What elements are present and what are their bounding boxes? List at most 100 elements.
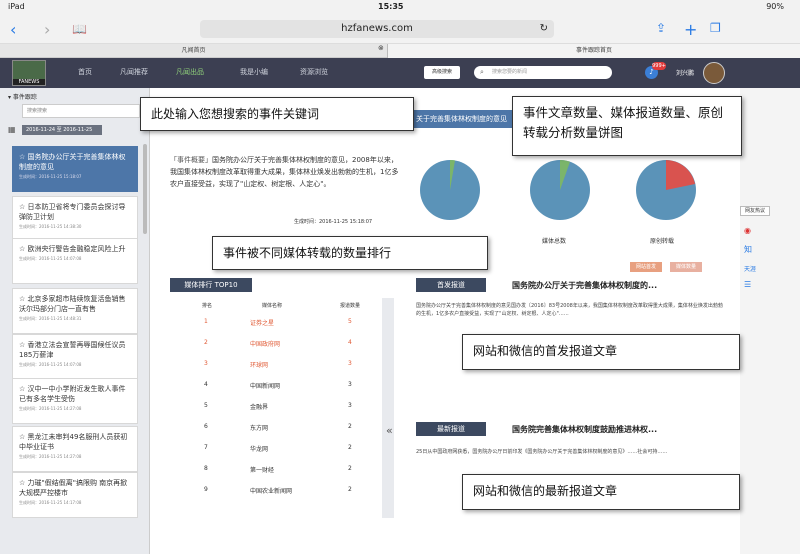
sidebar-title: ▾ 事件跟踪 (8, 94, 37, 101)
new-tab-icon[interactable]: + (684, 20, 697, 39)
rank-cell: 5 (204, 402, 208, 409)
pie-original-reprint[interactable] (634, 158, 698, 222)
media-count-button[interactable]: 媒体数量 (670, 262, 702, 272)
share-icon[interactable]: ⇪ (656, 21, 666, 35)
search-placeholder: 搜索您要的新闻 (492, 69, 528, 75)
media-name-cell: 第一财经 (250, 467, 275, 474)
count-cell: 4 (348, 339, 352, 346)
count-cell: 2 (348, 486, 352, 493)
notification-badge: 999+ (652, 62, 666, 70)
callout-latest-report-hint: 网站和微信的最新报道文章 (462, 474, 740, 510)
avatar[interactable] (703, 62, 725, 84)
ipad-screen: iPad 15:35 90% ‹ › 📖 hzfanews.com ↻ ⇪ + … (0, 0, 800, 554)
latest-report-title[interactable]: 国务院完善集体林权制度鼓励推进林权... (512, 424, 657, 435)
site-search-input[interactable]: ⌕ 搜索您要的新闻 (474, 66, 612, 79)
tab-home[interactable]: 凡闻首页 (0, 44, 388, 58)
event-item[interactable]: ☆ 日本防卫省将专门委员会探讨导弹防卫计划 生成时间：2016-11-25 14… (12, 196, 138, 242)
calendar-icon[interactable]: ▦ (8, 125, 16, 134)
event-item[interactable]: ☆ 欧洲央行警告金融稳定风险上升 生成时间：2016-11-25 14:07:0… (12, 238, 138, 284)
rank-cell: 1 (204, 318, 208, 325)
count-cell: 3 (348, 402, 352, 409)
user-name[interactable]: 刘兴鹏 (676, 68, 694, 77)
pie-articles[interactable] (418, 158, 482, 222)
battery-level: 90% (766, 2, 784, 11)
tabs-icon[interactable]: ❐ (710, 21, 721, 35)
event-summary: 「事件概要」国务院办公厅关于完善集体林权制度的意见，2008年以来，我国集体林权… (170, 156, 399, 188)
zhihu-icon[interactable]: 知 (744, 244, 752, 255)
forward-icon[interactable]: › (44, 20, 50, 39)
nav-editor[interactable]: 我是小编 (240, 67, 268, 77)
collapse-arrow-icon[interactable]: « (386, 424, 393, 437)
date-range[interactable]: 2016-11-24 至 2016-11-25 (22, 125, 102, 135)
count-cell: 2 (348, 465, 352, 472)
media-name-cell: 中国新闻网 (250, 383, 281, 390)
first-report-title[interactable]: 国务院办公厅关于完善集体林权制度的... (512, 280, 657, 291)
close-tab-icon[interactable]: ⊗ (378, 44, 384, 52)
sidebar-scrollbar[interactable] (143, 144, 147, 234)
latest-report-body: 25日从中国政府网获悉，国务院办公厅日前印发《国务院办公厅关于完善集体林权制度的… (416, 449, 668, 455)
clock: 15:35 (378, 2, 404, 11)
pie-media-total[interactable] (528, 158, 592, 222)
event-item[interactable]: ☆ 力璀"假结假离"搞限购 南京再掀大规模严控楼市 生成时间：2016-11-2… (12, 472, 138, 518)
event-item[interactable]: ☆ 香港立法会宣誓再辱国候任议员185万薪津 生成时间：2016-11-25 1… (12, 334, 138, 380)
event-sidebar: ▾ 事件跟踪 搜索搜索 ▦ 2016-11-24 至 2016-11-25 ☆ … (0, 88, 150, 554)
first-report-body: 国务院办公厅关于完善集体林权制度的意见国办发〔2016〕83号2008年以来，我… (416, 303, 723, 317)
bookmarks-icon[interactable]: 📖 (72, 22, 87, 36)
media-name-cell: 中国农业新闻网 (250, 488, 293, 495)
tab-event-tracking[interactable]: 事件跟踪首页 (388, 44, 800, 58)
site-header: FANEWS 首页 凡闻推荐 凡闻出品 我是小编 资源浏览 高级搜索 ⌕ 搜索您… (0, 58, 800, 88)
event-item[interactable]: ☆ 北京多家超市陆续恢复活鱼销售 沃尔玛部分门店一直有售 生成时间：2016-1… (12, 288, 138, 334)
weibo-icon[interactable]: ◉ (744, 226, 751, 235)
count-cell: 5 (348, 318, 352, 325)
callout-first-report-hint: 网站和微信的首发报道文章 (462, 334, 740, 370)
first-report-label: 首发报道 (416, 278, 486, 292)
media-name-cell: 东方网 (250, 425, 269, 432)
safari-toolbar: ‹ › 📖 hzfanews.com ↻ ⇪ + ❐ (0, 14, 800, 44)
nav-produced[interactable]: 凡闻出品 (176, 67, 204, 77)
generated-time: 生成时间：2016-11-25 15:18:07 (294, 219, 373, 225)
media-name-cell: 中国政府网 (250, 341, 281, 348)
nav-home[interactable]: 首页 (78, 67, 92, 77)
event-item[interactable]: ☆ 汉中一中小学附近发生歌人事件 已有多名学生受伤 生成时间：2016-11-2… (12, 378, 138, 424)
tab-label: 事件跟踪首页 (575, 47, 612, 54)
advanced-search-button[interactable]: 高级搜索 (424, 66, 460, 79)
count-cell: 3 (348, 381, 352, 388)
media-name-cell: 金融界 (250, 404, 269, 411)
col-count: 报道数量 (340, 303, 361, 309)
rank-cell: 7 (204, 444, 208, 451)
event-item[interactable]: ☆ 黑龙江未审判49名服刑人员获初中毕业证书 生成时间：2016-11-25 1… (12, 426, 138, 472)
rank-cell: 4 (204, 381, 208, 388)
event-search-input[interactable]: 搜索搜索 (22, 104, 140, 118)
event-item[interactable]: ☆ 国务院办公厅关于完善集体林权制度的意见 生成时间：2016-11-25 15… (12, 146, 138, 192)
fanews-logo[interactable]: FANEWS (12, 60, 46, 86)
right-rail: 网友热议 ◉ 知 天涯 ☰ (740, 88, 800, 554)
count-cell: 2 (348, 444, 352, 451)
callout-search-hint: 此处输入您想搜索的事件关键词 (140, 97, 414, 131)
latest-report-label: 最新报道 (416, 422, 486, 436)
pie-label-original: 原创转载 (650, 238, 675, 245)
forum-icon[interactable]: ☰ (744, 280, 751, 289)
nav-resources[interactable]: 资源浏览 (300, 67, 328, 77)
hot-discussion-button[interactable]: 网友热议 (740, 206, 770, 216)
address-bar[interactable]: hzfanews.com ↻ (200, 20, 554, 38)
site-first-button[interactable]: 网站首发 (630, 262, 662, 272)
collapse-strip[interactable] (382, 298, 394, 518)
search-icon: ⌕ (480, 68, 484, 76)
device-label: iPad (8, 2, 25, 11)
nav-recommend[interactable]: 凡闻推荐 (120, 67, 148, 77)
callout-ranking-hint: 事件被不同媒体转载的数量排行 (212, 236, 488, 270)
rank-cell: 6 (204, 423, 208, 430)
back-icon[interactable]: ‹ (10, 20, 16, 39)
reload-icon[interactable]: ↻ (540, 20, 548, 38)
rank-cell: 2 (204, 339, 208, 346)
browser-tabs: 凡闻首页 ⊗ 事件跟踪首页 (0, 44, 800, 58)
col-rank: 排名 (202, 303, 213, 309)
tab-label: 凡闻首页 (181, 47, 206, 54)
ios-status-bar: iPad 15:35 90% (0, 0, 800, 14)
col-media: 媒体名称 (262, 303, 283, 309)
media-name-cell: 华龙网 (250, 446, 269, 453)
count-cell: 2 (348, 423, 352, 430)
media-ranking-title: 媒体排行 TOP10 (170, 278, 252, 292)
tianya-icon[interactable]: 天涯 (744, 264, 756, 273)
media-name-cell: 环球网 (250, 362, 269, 369)
